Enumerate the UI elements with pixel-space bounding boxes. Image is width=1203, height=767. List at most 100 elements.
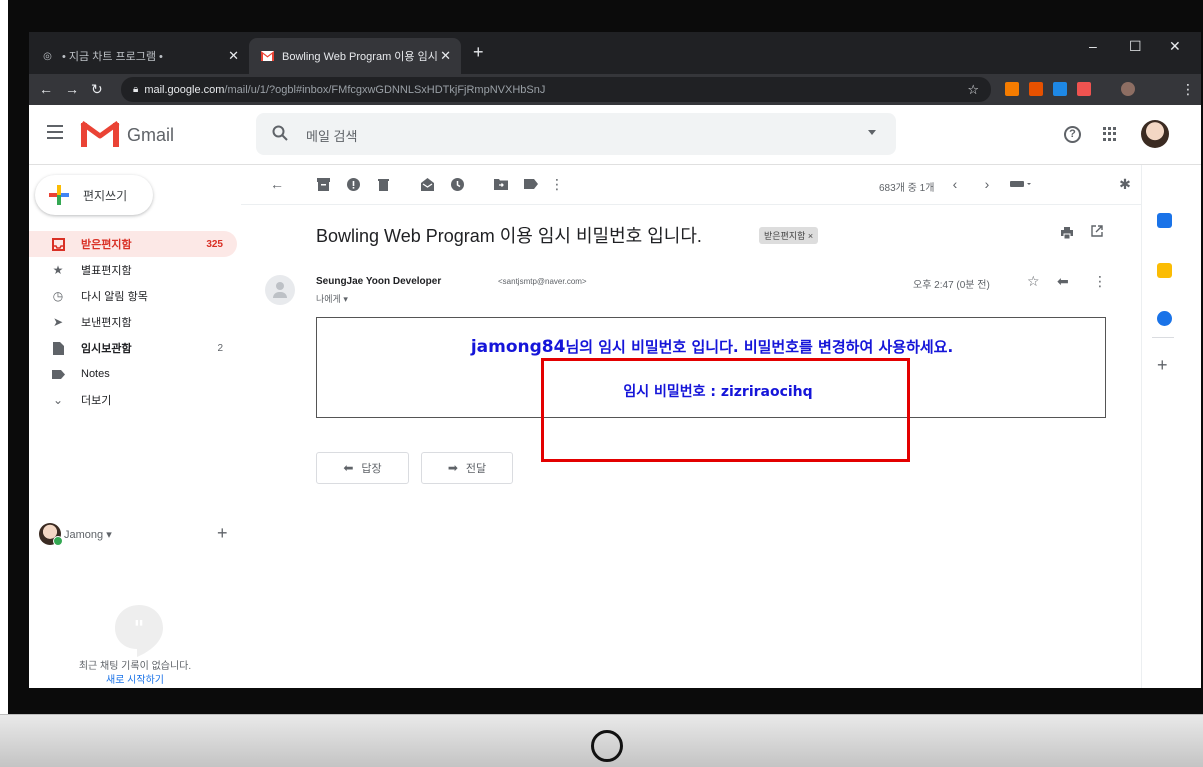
recipient-toggle[interactable]: 나에게 ▾ bbox=[316, 292, 348, 305]
sidebar-item-snoozed[interactable]: ◷ 다시 알림 항목 bbox=[29, 283, 237, 309]
archive-icon[interactable] bbox=[315, 176, 331, 192]
gear-icon[interactable]: ✱ bbox=[1117, 176, 1133, 192]
sidebar-item-label: 별표편지함 bbox=[81, 265, 132, 277]
help-icon[interactable]: ? bbox=[1064, 126, 1081, 143]
gmail-logo-icon[interactable] bbox=[80, 119, 120, 154]
tasks-icon[interactable] bbox=[1157, 311, 1172, 326]
sender-name[interactable]: SeungJae Yoon Developer bbox=[316, 276, 441, 287]
keep-icon[interactable] bbox=[1157, 263, 1172, 278]
sidebar-item-starred[interactable]: ★ 별표편지함 bbox=[29, 257, 237, 283]
search-options-icon[interactable] bbox=[868, 130, 876, 135]
maximize-icon[interactable]: ☐ bbox=[1129, 38, 1142, 55]
gmail-favicon-icon bbox=[261, 50, 274, 63]
sidebar-item-label: Notes bbox=[81, 368, 110, 380]
sidebar-item-label: 더보기 bbox=[81, 395, 112, 407]
sidebar-item-drafts[interactable]: 임시보관함 2 bbox=[29, 335, 237, 361]
back-icon[interactable]: ← bbox=[39, 81, 53, 97]
forward-button[interactable]: ➡ 전달 bbox=[421, 452, 513, 484]
more-vert-icon[interactable]: ⋮ bbox=[549, 176, 565, 192]
sidebar-item-label: 보낸편지함 bbox=[81, 317, 132, 329]
extension-icon[interactable] bbox=[1029, 82, 1043, 96]
reply-icon[interactable]: ⬅ bbox=[1057, 273, 1069, 290]
sidebar-item-inbox[interactable]: 받은편지함 325 bbox=[29, 231, 237, 257]
body-userid: jamong84 bbox=[470, 337, 566, 357]
email-subject: Bowling Web Program 이용 임시 비밀번호 입니다. bbox=[316, 226, 702, 246]
extension-icon[interactable] bbox=[1053, 82, 1067, 96]
forward-icon: ➡ bbox=[447, 461, 458, 475]
reload-icon[interactable]: ↻ bbox=[91, 81, 103, 98]
sidebar-item-notes[interactable]: Notes bbox=[29, 361, 237, 387]
start-chat-link[interactable]: 새로 시작하기 bbox=[29, 671, 241, 686]
unread-count: 325 bbox=[206, 238, 223, 250]
tab-gmail[interactable]: Bowling Web Program 이용 임시 ✕ bbox=[249, 38, 461, 74]
snooze-icon[interactable] bbox=[449, 176, 465, 192]
compose-label: 편지쓰기 bbox=[83, 188, 128, 203]
body-message: jamong84님의 임시 비밀번호 입니다. 비밀번호를 변경하여 사용하세요… bbox=[317, 336, 1107, 357]
bookmark-star-icon[interactable]: ☆ bbox=[967, 82, 979, 98]
minimize-icon[interactable]: – bbox=[1089, 38, 1097, 54]
reply-button[interactable]: ⬅ 답장 bbox=[316, 452, 409, 484]
profile-icon[interactable] bbox=[1121, 82, 1135, 96]
new-tab-icon[interactable]: + bbox=[473, 42, 484, 63]
tab-chart-program[interactable]: ◎ • 지금 차트 프로그램 • ✕ bbox=[29, 38, 249, 74]
reply-label: 답장 bbox=[361, 463, 382, 475]
more-vert-icon[interactable]: ⋮ bbox=[1181, 81, 1195, 98]
browser-window: ◎ • 지금 차트 프로그램 • ✕ Bowling Web Program 이… bbox=[29, 32, 1201, 688]
sidebar: 편지쓰기 받은편지함 325 ★ 별표편지함 ◷ 다시 알림 항목 ➤ 보낸편지… bbox=[29, 165, 241, 688]
chat-user-name: Jamong ▾ bbox=[64, 528, 112, 541]
close-window-icon[interactable]: ✕ bbox=[1169, 38, 1181, 55]
inbox-label-chip[interactable]: 받은편지함 × bbox=[759, 227, 819, 244]
forward-icon[interactable]: → bbox=[65, 81, 79, 97]
apps-icon[interactable] bbox=[1103, 127, 1117, 141]
extension-icon[interactable] bbox=[1005, 82, 1019, 96]
open-in-new-window-icon[interactable] bbox=[1091, 225, 1103, 240]
tab-strip: ◎ • 지금 차트 프로그램 • ✕ Bowling Web Program 이… bbox=[29, 32, 1201, 74]
back-arrow-icon[interactable]: ← bbox=[269, 176, 285, 192]
prev-page-icon[interactable]: ‹ bbox=[947, 176, 963, 192]
close-icon[interactable]: ✕ bbox=[228, 48, 239, 64]
avatar[interactable] bbox=[1141, 120, 1169, 148]
inbox-icon bbox=[51, 237, 65, 251]
report-spam-icon[interactable] bbox=[345, 176, 361, 192]
tab-label: • 지금 차트 프로그램 • bbox=[62, 51, 163, 63]
gmail-header: Gmail 메일 검색 ? bbox=[29, 105, 1201, 165]
sidebar-item-label: 다시 알림 항목 bbox=[81, 291, 148, 303]
message-toolbar: ← ⋮ 683개 중 1개 ‹ › ✱ bbox=[241, 165, 1141, 205]
search-input[interactable]: 메일 검색 bbox=[306, 126, 357, 145]
search-icon[interactable] bbox=[272, 125, 288, 146]
menu-icon[interactable] bbox=[47, 125, 63, 139]
calendar-icon[interactable] bbox=[1157, 213, 1172, 228]
address-bar[interactable]: 🔒︎ mail.google.com /mail/u/1/?ogbl#inbox… bbox=[121, 77, 991, 102]
more-vert-icon[interactable]: ⋮ bbox=[1093, 273, 1107, 290]
next-page-icon[interactable]: › bbox=[979, 176, 995, 192]
delete-icon[interactable] bbox=[375, 176, 391, 192]
email-timestamp: 오후 2:47 (0분 전) bbox=[913, 280, 990, 291]
chat-user[interactable]: Jamong ▾ bbox=[39, 523, 112, 546]
sidebar-item-label: 받은편지함 bbox=[81, 239, 132, 251]
gmail-brand: Gmail bbox=[127, 125, 175, 145]
input-tools-icon[interactable] bbox=[1009, 176, 1033, 192]
lock-icon: 🔒︎ bbox=[133, 84, 139, 95]
close-icon[interactable]: ✕ bbox=[440, 48, 451, 64]
add-icon[interactable]: + bbox=[217, 523, 228, 544]
star-icon[interactable]: ☆ bbox=[1027, 273, 1040, 290]
label-icon[interactable] bbox=[523, 176, 539, 192]
browser-toolbar: ← → ↻ 🔒︎ mail.google.com /mail/u/1/?ogbl… bbox=[29, 74, 1201, 105]
compose-button[interactable]: 편지쓰기 bbox=[35, 175, 153, 215]
search-box[interactable]: 메일 검색 bbox=[256, 113, 896, 155]
globe-icon: ◎ bbox=[43, 50, 52, 62]
sender-avatar[interactable] bbox=[265, 275, 295, 305]
add-addon-icon[interactable]: + bbox=[1157, 355, 1168, 376]
home-button[interactable] bbox=[591, 730, 623, 762]
divider bbox=[1152, 337, 1174, 338]
mark-unread-icon[interactable] bbox=[419, 176, 435, 192]
extension-icon[interactable] bbox=[1077, 82, 1091, 96]
move-to-icon[interactable] bbox=[493, 176, 509, 192]
compose-plus-icon bbox=[49, 185, 69, 205]
sidebar-item-sent[interactable]: ➤ 보낸편지함 bbox=[29, 309, 237, 335]
url-path: /mail/u/1/?ogbl#inbox/FMfcgxwGDNNLSxHDTk… bbox=[224, 83, 546, 96]
print-icon[interactable] bbox=[1061, 227, 1073, 242]
sidebar-item-more[interactable]: ⌄ 더보기 bbox=[29, 387, 237, 413]
highlight-annotation bbox=[541, 358, 910, 462]
label-icon bbox=[51, 367, 65, 381]
